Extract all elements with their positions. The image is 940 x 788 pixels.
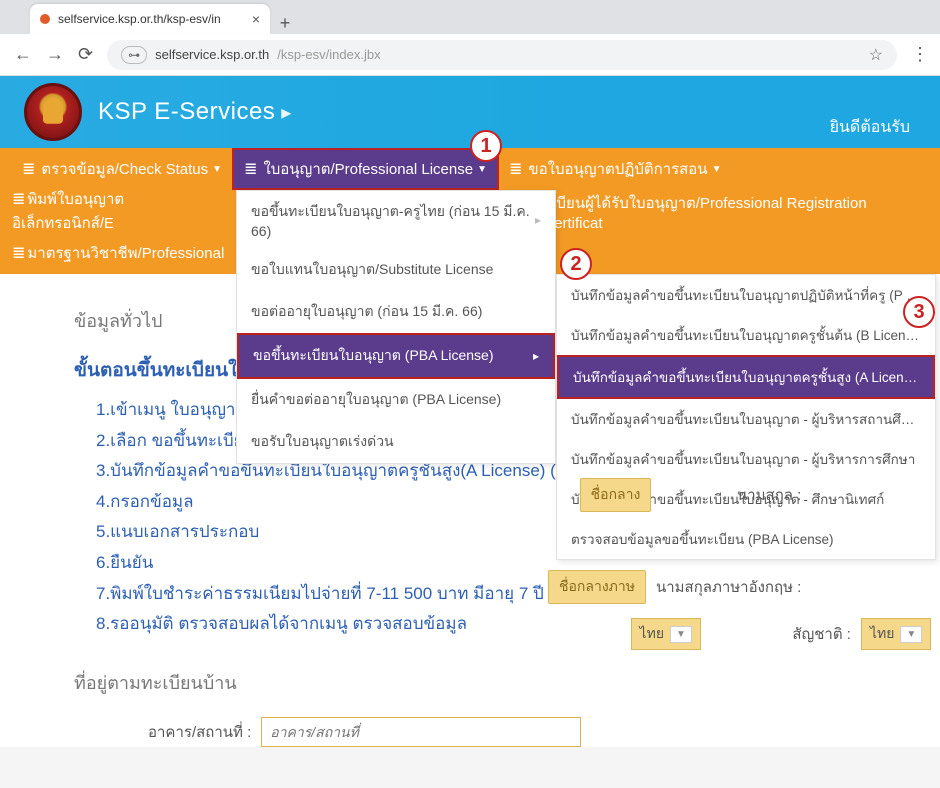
dropdown-item-pba-register[interactable]: ขอขึ้นทะเบียนใบอนุญาต (PBA License)▸	[237, 333, 555, 379]
ksp-logo	[24, 83, 82, 141]
annotation-badge-1: 1	[470, 130, 502, 162]
surname-label: นามสกุล :	[661, 483, 801, 507]
flyout-item-a-license[interactable]: บันทึกข้อมูลคำขอขึ้นทะเบียนใบอนุญาตครูชั…	[557, 355, 935, 399]
list-icon	[12, 191, 27, 208]
form-row-building: อาคาร/สถานที่ :	[148, 717, 912, 747]
dropdown-item[interactable]: ขอขึ้นทะเบียนใบอนุญาต-ครูไทย (ก่อน 15 มี…	[237, 191, 555, 249]
list-icon	[244, 159, 259, 179]
flyout-item[interactable]: บันทึกข้อมูลคำขอขึ้นทะเบียนใบอนุญาต - ผู…	[557, 399, 935, 439]
reload-icon[interactable]: ⟳	[78, 44, 93, 65]
welcome-text: ยินดีต้อนรับ	[830, 115, 910, 140]
right-form-column: ชื่อกลาง นามสกุล : ชื่อกลางภาษ นามสกุลภา…	[548, 478, 931, 664]
nav-professional-license[interactable]: ใบอนุญาต/Professional License▼	[232, 148, 499, 190]
brand-title: KSP E-Services	[98, 98, 275, 126]
close-icon[interactable]: ×	[252, 11, 260, 27]
flyout-item[interactable]: บันทึกข้อมูลคำขอขึ้นทะเบียนใบอนุญาตปฏิบั…	[557, 275, 935, 315]
dropdown-item[interactable]: ยื่นคำขอต่ออายุใบอนุญาต (PBA License)	[237, 379, 555, 421]
browser-tab[interactable]: selfservice.ksp.or.th/ksp-esv/in ×	[30, 4, 270, 34]
new-tab-button[interactable]: +	[270, 13, 300, 34]
nationality-select[interactable]: ไทย▼	[861, 618, 931, 650]
nav-print-elicense[interactable]: พิมพ์ใบอนุญาตอิเล็กทรอนิกส์/E	[12, 187, 225, 235]
back-icon[interactable]: ←	[14, 44, 32, 65]
chevron-right-icon: ▸	[281, 100, 291, 125]
list-icon	[509, 159, 524, 179]
tab-title: selfservice.ksp.or.th/ksp-esv/in	[58, 12, 221, 26]
license-dropdown: ขอขึ้นทะเบียนใบอนุญาต-ครูไทย (ก่อน 15 มี…	[236, 190, 556, 464]
caret-down-icon: ▼	[712, 164, 722, 175]
nav-registration-certificate[interactable]: ะเบียนผู้ได้รับใบอนุญาต/Professional Reg…	[543, 191, 928, 232]
list-icon	[12, 245, 27, 262]
dropdown-item[interactable]: ขอใบแทนใบอนุญาต/Substitute License	[237, 249, 555, 291]
forward-icon[interactable]: →	[46, 44, 64, 65]
nav-teaching-permit[interactable]: ขอใบอนุญาตปฏิบัติการสอน▼	[499, 148, 731, 190]
caret-down-icon: ▼	[670, 626, 692, 643]
nationality-label: สัญชาติ :	[711, 622, 851, 646]
chevron-right-icon: ▸	[533, 349, 539, 363]
caret-down-icon: ▼	[900, 626, 922, 643]
dropdown-item[interactable]: ขอรับใบอนุญาตเร่งด่วน	[237, 421, 555, 463]
main-navigation: ตรวจข้อมูล/Check Status▼ ใบอนุญาต/Profes…	[0, 148, 940, 274]
url-path: /ksp-esv/index.jbx	[277, 47, 380, 62]
browser-tab-strip: selfservice.ksp.or.th/ksp-esv/in × +	[0, 0, 940, 34]
favicon	[40, 14, 50, 24]
caret-down-icon: ▼	[477, 164, 487, 175]
nav-professional-standards[interactable]: มาตรฐานวิชาชีพ/Professional	[12, 241, 224, 265]
site-security-icon[interactable]: ⊶	[121, 46, 147, 64]
list-icon	[22, 159, 37, 179]
caret-down-icon: ▼	[212, 164, 222, 175]
annotation-badge-2: 2	[560, 248, 592, 280]
flyout-item[interactable]: บันทึกข้อมูลคำขอขึ้นทะเบียนใบอนุญาตครูชั…	[557, 315, 935, 355]
address-bar[interactable]: ⊶ selfservice.ksp.or.th/ksp-esv/index.jb…	[107, 40, 897, 70]
middle-name-button[interactable]: ชื่อกลาง	[580, 478, 652, 512]
building-input[interactable]	[261, 717, 581, 747]
bookmark-icon[interactable]: ☆	[869, 45, 883, 65]
menu-icon[interactable]: ⋮	[911, 44, 926, 65]
nav-check-status[interactable]: ตรวจข้อมูล/Check Status▼	[12, 148, 232, 190]
chevron-right-icon: ▸	[535, 213, 541, 227]
country-select-left[interactable]: ไทย▼	[631, 618, 701, 650]
flyout-item[interactable]: บันทึกข้อมูลคำขอขึ้นทะเบียนใบอนุญาต - ผู…	[557, 439, 935, 479]
dropdown-item[interactable]: ขอต่ออายุใบอนุญาต (ก่อน 15 มี.ค. 66)	[237, 291, 555, 333]
url-host: selfservice.ksp.or.th	[155, 47, 269, 62]
header-banner: KSP E-Services ▸ ยินดีต้อนรับ	[0, 76, 940, 148]
building-label: อาคาร/สถานที่ :	[148, 720, 251, 744]
middle-name-lang-button[interactable]: ชื่อกลางภาษ	[548, 570, 646, 604]
surname-en-label: นามสกุลภาษาอังกฤษ :	[656, 575, 801, 599]
section-address: ที่อยู่ตามทะเบียนบ้าน	[74, 668, 912, 697]
annotation-badge-3: 3	[903, 296, 935, 328]
browser-toolbar: ← → ⟳ ⊶ selfservice.ksp.or.th/ksp-esv/in…	[0, 34, 940, 76]
